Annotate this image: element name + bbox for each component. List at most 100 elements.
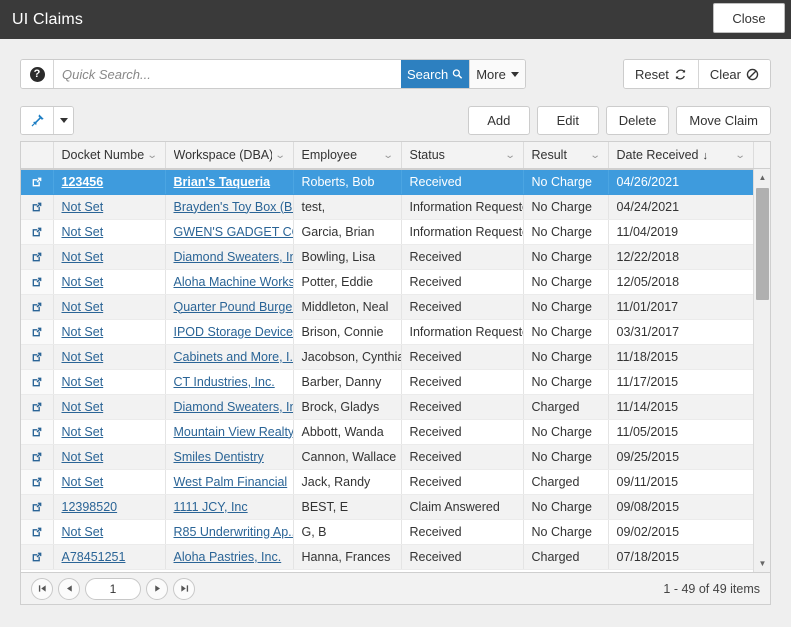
- move-claim-button[interactable]: Move Claim: [676, 105, 771, 135]
- external-link-icon[interactable]: [31, 276, 43, 288]
- table-row[interactable]: Not Set CT Industries, Inc. Barber, Danny R…: [21, 369, 770, 395]
- workspace-link[interactable]: Cabinets and More, I...: [174, 350, 293, 364]
- cell-workspace[interactable]: IPOD Storage Devices...: [165, 319, 294, 345]
- row-open-link-cell[interactable]: [21, 269, 54, 295]
- table-row[interactable]: 123456 Brian's Taqueria Roberts, Bob Receiv…: [21, 169, 770, 195]
- external-link-icon[interactable]: [31, 451, 43, 463]
- docket-link[interactable]: Not Set: [62, 275, 104, 289]
- row-open-link-cell[interactable]: [21, 519, 54, 545]
- row-open-link-cell[interactable]: [21, 344, 54, 370]
- cell-docket[interactable]: A78451251: [53, 544, 166, 570]
- external-link-icon[interactable]: [31, 501, 43, 513]
- workspace-link[interactable]: Aloha Pastries, Inc.: [174, 550, 282, 564]
- chevron-down-icon[interactable]: ⌄: [275, 150, 286, 161]
- external-link-icon[interactable]: [31, 251, 43, 263]
- docket-link[interactable]: A78451251: [62, 550, 126, 564]
- cell-workspace[interactable]: Diamond Sweaters, In...: [165, 394, 294, 420]
- external-link-icon[interactable]: [31, 401, 43, 413]
- add-button[interactable]: Add: [467, 105, 530, 135]
- workspace-link[interactable]: Quarter Pound Burgers: [174, 300, 293, 314]
- cell-docket[interactable]: Not Set: [53, 244, 166, 270]
- row-open-link-cell[interactable]: [21, 469, 54, 495]
- docket-link[interactable]: Not Set: [62, 350, 104, 364]
- pin-button[interactable]: [21, 106, 53, 134]
- external-link-icon[interactable]: [31, 426, 43, 438]
- cell-workspace[interactable]: CT Industries, Inc.: [165, 369, 294, 395]
- pin-dropdown-button[interactable]: [53, 106, 73, 134]
- table-row[interactable]: Not Set Aloha Machine Works Potter, Eddie R…: [21, 269, 770, 295]
- table-row[interactable]: Not Set Cabinets and More, I... Jacobson, …: [21, 344, 770, 370]
- cell-workspace[interactable]: Mountain View Realty...: [165, 419, 294, 445]
- external-link-icon[interactable]: [31, 526, 43, 538]
- docket-link[interactable]: Not Set: [62, 200, 104, 214]
- cell-workspace[interactable]: 1111 JCY, Inc: [165, 494, 294, 520]
- table-row[interactable]: Not Set Quarter Pound Burgers Middleton, N…: [21, 294, 770, 320]
- last-page-button[interactable]: [173, 577, 195, 600]
- cell-docket[interactable]: 12398520: [53, 494, 166, 520]
- cell-docket[interactable]: Not Set: [53, 319, 166, 345]
- cell-workspace[interactable]: West Palm Financial: [165, 469, 294, 495]
- docket-link[interactable]: Not Set: [62, 250, 104, 264]
- docket-link[interactable]: Not Set: [62, 450, 104, 464]
- docket-link[interactable]: Not Set: [62, 525, 104, 539]
- external-link-icon[interactable]: [31, 376, 43, 388]
- delete-button[interactable]: Delete: [605, 105, 670, 135]
- row-open-link-cell[interactable]: [21, 419, 54, 445]
- table-row[interactable]: Not Set Diamond Sweaters, In...Bowling, L…: [21, 244, 770, 270]
- docket-link[interactable]: Not Set: [62, 475, 104, 489]
- cell-workspace[interactable]: Diamond Sweaters, In...: [165, 244, 294, 270]
- cell-docket[interactable]: Not Set: [53, 269, 166, 295]
- cell-docket[interactable]: 123456: [53, 169, 166, 195]
- table-row[interactable]: Not Set Brayden's Toy Box (Br...test,Info…: [21, 194, 770, 220]
- more-button[interactable]: More: [469, 60, 525, 88]
- cell-docket[interactable]: Not Set: [53, 219, 166, 245]
- chevron-down-icon[interactable]: ⌄: [383, 150, 394, 161]
- chevron-down-icon[interactable]: ⌄: [147, 150, 158, 161]
- search-button[interactable]: Search: [401, 60, 469, 88]
- workspace-link[interactable]: Diamond Sweaters, In...: [174, 250, 293, 264]
- cell-docket[interactable]: Not Set: [53, 444, 166, 470]
- cell-workspace[interactable]: Aloha Machine Works: [165, 269, 294, 295]
- cell-workspace[interactable]: Aloha Pastries, Inc.: [165, 544, 294, 570]
- clear-button[interactable]: Clear: [697, 60, 770, 88]
- cell-docket[interactable]: Not Set: [53, 294, 166, 320]
- row-open-link-cell[interactable]: [21, 544, 54, 570]
- cell-workspace[interactable]: R85 Underwriting Ap...: [165, 519, 294, 545]
- workspace-link[interactable]: Diamond Sweaters, In...: [174, 400, 293, 414]
- external-link-icon[interactable]: [31, 201, 43, 213]
- grid-vertical-scrollbar[interactable]: ▲ ▼: [753, 169, 770, 572]
- row-open-link-cell[interactable]: [21, 294, 54, 320]
- column-header-docket[interactable]: Docket Number ⌄: [53, 142, 166, 170]
- scrollbar-thumb[interactable]: [756, 188, 769, 300]
- cell-docket[interactable]: Not Set: [53, 194, 166, 220]
- cell-workspace[interactable]: Quarter Pound Burgers: [165, 294, 294, 320]
- next-page-button[interactable]: [146, 577, 168, 600]
- row-open-link-cell[interactable]: [21, 244, 54, 270]
- external-link-icon[interactable]: [31, 351, 43, 363]
- external-link-icon[interactable]: [31, 226, 43, 238]
- external-link-icon[interactable]: [31, 301, 43, 313]
- row-open-link-cell[interactable]: [21, 169, 54, 195]
- column-header-employee[interactable]: Employee ⌄: [293, 142, 402, 170]
- workspace-link[interactable]: R85 Underwriting Ap...: [174, 525, 293, 539]
- search-input[interactable]: [54, 60, 401, 88]
- table-row[interactable]: Not Set West Palm Financial Jack, Randy Rec…: [21, 469, 770, 495]
- table-row[interactable]: Not Set Mountain View Realty... Abbott, Wa…: [21, 419, 770, 445]
- cell-docket[interactable]: Not Set: [53, 369, 166, 395]
- workspace-link[interactable]: Mountain View Realty...: [174, 425, 293, 439]
- scroll-down-icon[interactable]: ▼: [754, 555, 770, 572]
- row-open-link-cell[interactable]: [21, 319, 54, 345]
- page-number-input[interactable]: [85, 577, 141, 600]
- table-row[interactable]: Not Set Diamond Sweaters, In...Brock, Gla…: [21, 394, 770, 420]
- scroll-up-icon[interactable]: ▲: [754, 169, 770, 186]
- docket-link[interactable]: 12398520: [62, 500, 118, 514]
- row-open-link-cell[interactable]: [21, 194, 54, 220]
- docket-link[interactable]: Not Set: [62, 325, 104, 339]
- previous-page-button[interactable]: [58, 577, 80, 600]
- docket-link[interactable]: Not Set: [62, 225, 104, 239]
- docket-link[interactable]: 123456: [62, 175, 104, 189]
- table-row[interactable]: A78451251 Aloha Pastries, Inc. Hanna, Fran…: [21, 544, 770, 570]
- column-header-workspace[interactable]: Workspace (DBA) ⌄: [165, 142, 294, 170]
- external-link-icon[interactable]: [31, 326, 43, 338]
- cell-docket[interactable]: Not Set: [53, 344, 166, 370]
